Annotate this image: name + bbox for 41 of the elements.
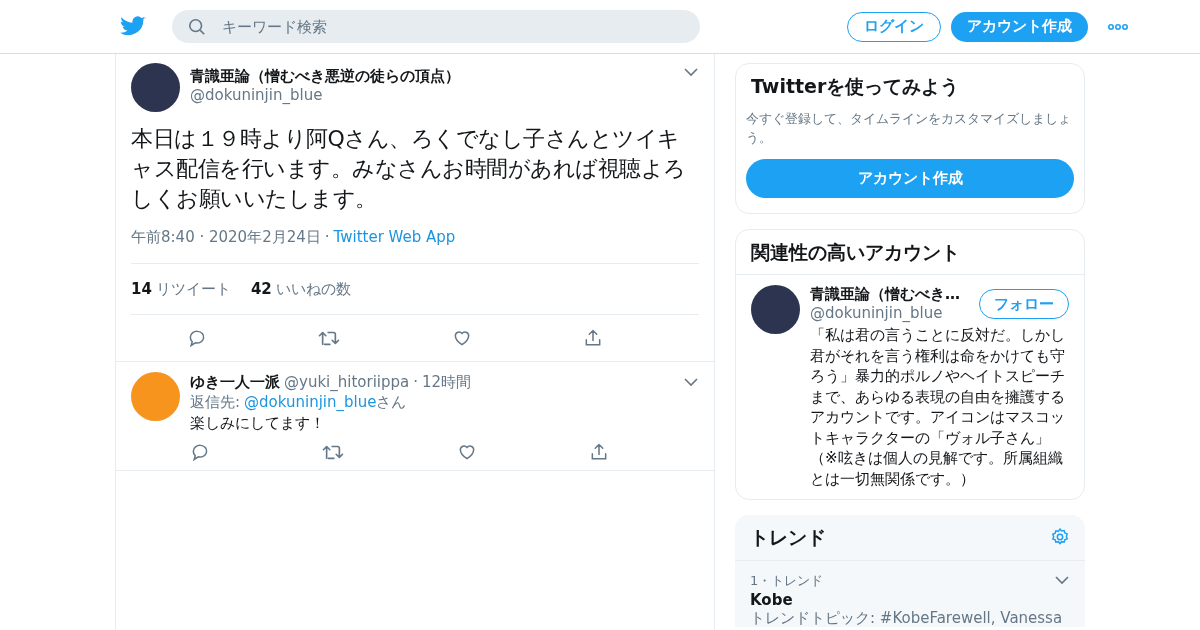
card-title: Twitterを使ってみよう	[750, 74, 961, 99]
reply-author-name[interactable]: ゆき一人一派	[190, 372, 280, 392]
mention-link[interactable]: @dokuninjin_blue	[244, 392, 377, 413]
signup-button[interactable]: アカウント作成	[746, 158, 1074, 198]
stat-label[interactable]: いいねの数	[275, 277, 351, 300]
trend-name[interactable]: Kobe	[750, 590, 1070, 610]
caret-icon[interactable]	[1054, 575, 1070, 586]
avatar[interactable]	[131, 63, 180, 112]
bird-logo-icon[interactable]	[120, 15, 146, 38]
reply-suffix: さん	[376, 392, 407, 413]
trend-meta: 1・トレンド	[750, 571, 825, 590]
signup-button[interactable]: アカウント作成	[951, 11, 1088, 42]
stat-count[interactable]: 14	[131, 277, 152, 300]
search-icon	[188, 18, 206, 36]
stat-count[interactable]: 42	[250, 277, 272, 300]
stat-label[interactable]: リツイート	[155, 277, 231, 300]
caret-icon[interactable]	[683, 377, 699, 387]
account-handle[interactable]: @dokuninjin_blue	[810, 304, 979, 323]
reply-time[interactable]: 12時間	[422, 372, 472, 392]
trend-topic: トレンドトピック: #KobeFarewell, Vanessa	[750, 610, 1064, 627]
reply-icon[interactable]	[190, 442, 210, 462]
tweet-text: 本日は１９時より阿Qさん、ろくでなし子さんとツイキャス配信を行います。みなさんお時間があれば視聴よろしくお願いいたします。	[131, 125, 687, 213]
reply-author-handle[interactable]: @yuki_hitoriippa	[284, 372, 410, 392]
card-title: トレンド	[750, 525, 827, 550]
account-name[interactable]: 青識亜論（憎むべき…	[810, 285, 979, 304]
card-text: 今すぐ登録して、タイムラインをカスタマイズしましょう。	[746, 109, 1072, 147]
author-handle[interactable]: @dokuninjin_blue	[190, 86, 673, 105]
tweet-time[interactable]: 午前8:40 · 2020年2月24日	[131, 226, 321, 249]
account-bio: 「私は君の言うことに反対だ。しかし君がそれを言う権利は命をかけても守ろう」暴力的ポルノやヘイトスピーチまで、あらゆる表現の自由を擁護するアカウントです。アイコンはマスコットキャラクターの「ヴォル子さん」（※呟きは個人の見解です。所属組織とは一切無関係です。）	[810, 325, 1066, 489]
reply-text: 楽しみにしてます！	[190, 413, 326, 434]
share-icon[interactable]	[589, 442, 609, 462]
more-icon[interactable]	[1108, 22, 1128, 31]
search-field[interactable]: キーワード検索	[172, 10, 700, 43]
caret-icon[interactable]	[683, 67, 699, 77]
separator-dot: ·	[413, 372, 418, 392]
separator-dot: ·	[324, 227, 330, 248]
card-title: 関連性の高いアカウント	[736, 229, 1084, 275]
source-link[interactable]: Twitter Web App	[333, 226, 456, 249]
avatar[interactable]	[751, 285, 800, 334]
reply-prefix: 返信先:	[190, 392, 241, 413]
author-name[interactable]: 青識亜論（憎むべき悪逆の徒らの頂点）	[190, 67, 673, 86]
